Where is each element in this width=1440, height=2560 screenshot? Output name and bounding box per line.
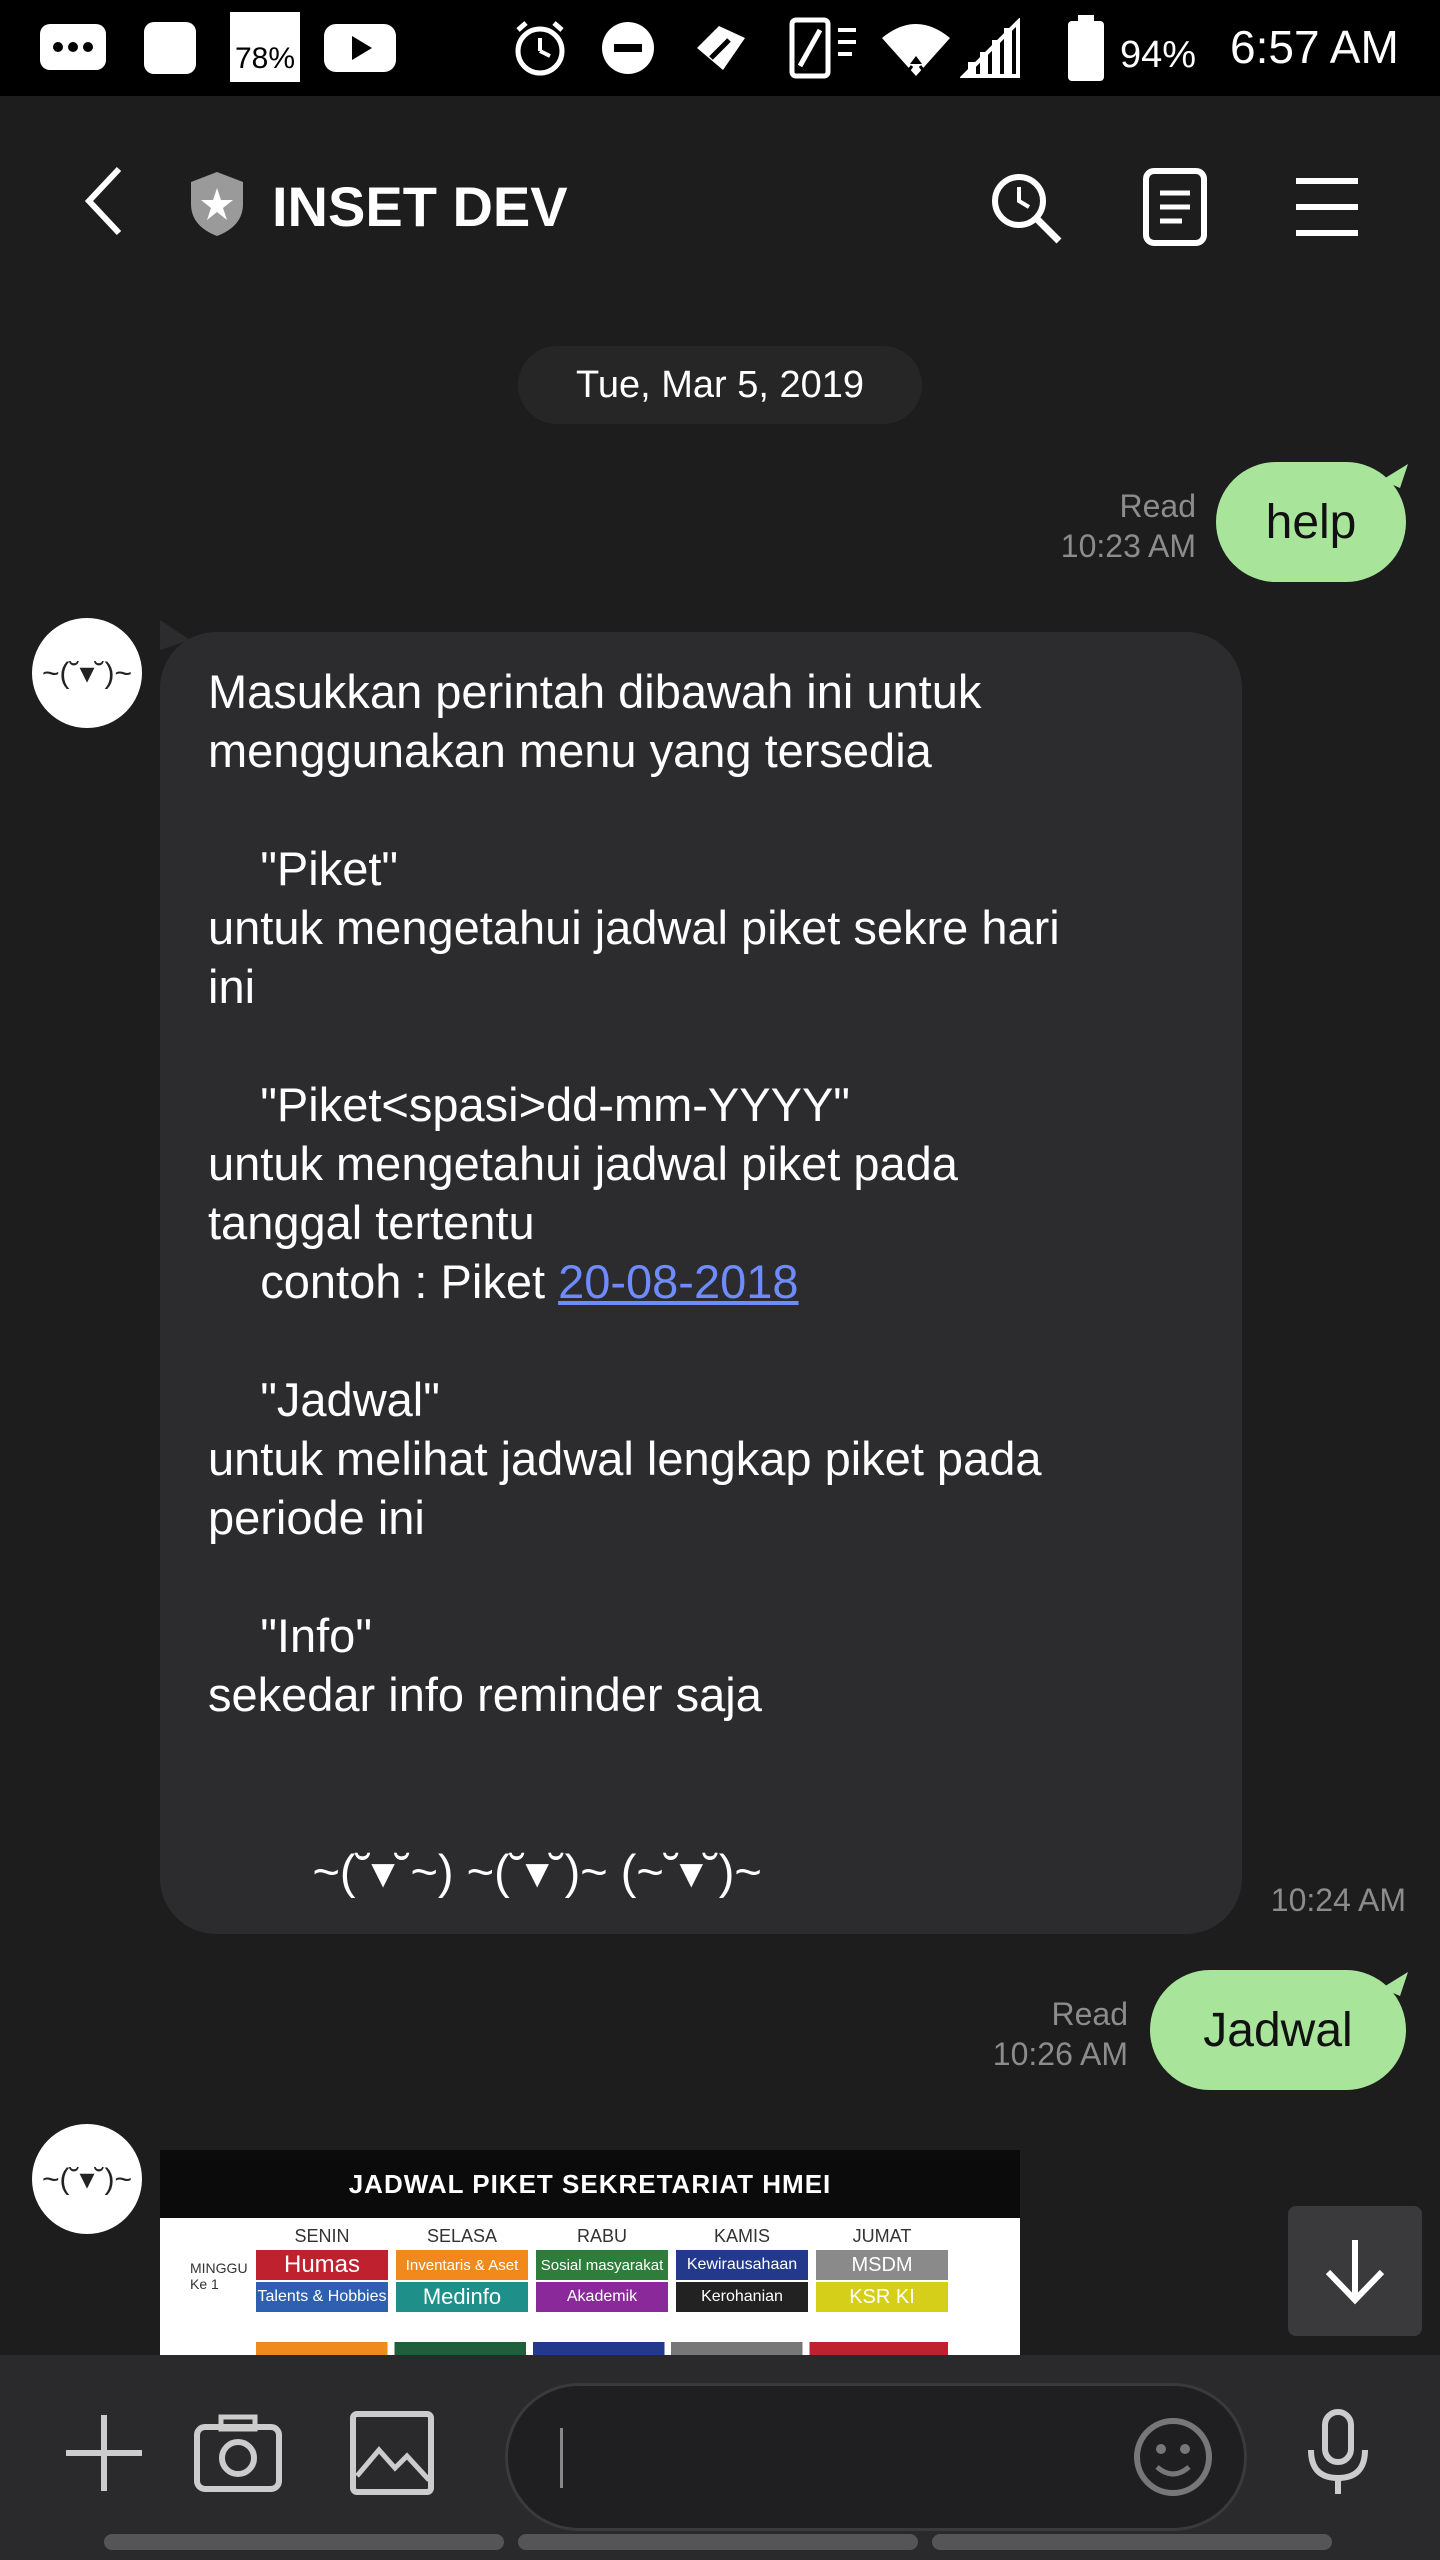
emoji-button[interactable] [1128, 2412, 1218, 2502]
day-label: RABU [576, 2226, 627, 2246]
image-title: JADWAL PIKET SEKRETARIAT HMEI [160, 2150, 1020, 2218]
alarm-icon [508, 14, 572, 82]
schedule-cell: Inventaris & Aset [396, 2250, 528, 2280]
outgoing-message-bubble[interactable]: Jadwal [1150, 1970, 1406, 2090]
messages-notification-icon [38, 14, 108, 82]
clock: 6:57 AM [1230, 21, 1399, 73]
microphone-icon [1308, 2409, 1368, 2494]
back-button[interactable] [60, 156, 150, 246]
day-label: KAMIS [713, 2226, 770, 2246]
scroll-to-bottom-button[interactable] [1288, 2206, 1422, 2336]
day-label: SENIN [294, 2226, 350, 2246]
schedule-cell: Talents & Hobbies [256, 2282, 388, 2312]
message-time: 10:23 AM [1060, 528, 1196, 564]
schedule-cell: Akademik [536, 2282, 668, 2312]
date-separator: Tue, Mar 5, 2019 [518, 346, 922, 424]
day-label: JUMAT [852, 2226, 912, 2246]
data-saver-icon [686, 14, 756, 82]
gallery-button[interactable] [344, 2405, 440, 2501]
status-bar: 78% 94% 6:57 AM [0, 0, 1440, 96]
schedule-cell: MSDM [816, 2250, 948, 2280]
message-time: 10:26 AM [992, 2036, 1128, 2072]
day-label: SELASA [426, 2226, 498, 2246]
schedule-cell: Kewirausahaan [676, 2250, 808, 2280]
search-button[interactable] [980, 162, 1070, 252]
message-text-part: Masukkan perintah dibawah ini untuk meng… [208, 665, 1060, 1308]
message-input[interactable] [505, 2383, 1247, 2531]
message-time: 10:24 AM [1270, 1882, 1406, 1918]
text-cursor [560, 2428, 563, 2488]
bubble-tail [1382, 1972, 1408, 1996]
youtube-icon [324, 14, 396, 82]
add-button[interactable] [56, 2405, 152, 2501]
schedule-cell: Medinfo [396, 2282, 528, 2312]
message-text: Masukkan perintah dibawah ini untuk meng… [208, 662, 1208, 1901]
chevron-left-icon [84, 166, 122, 236]
app-notification-icon [138, 14, 202, 82]
message-text-part: "Jadwal" untuk melihat jadwal lengkap pi… [208, 1373, 1042, 1898]
arrow-down-icon [1325, 2240, 1385, 2305]
cell-signal-icon [958, 14, 1022, 82]
row-label: MINGGU Ke 1 [190, 2260, 248, 2292]
chat-header: INSET DEV [0, 96, 1440, 316]
message-meta: Read 10:23 AM [980, 486, 1196, 566]
search-icon [992, 174, 1062, 244]
wifi-icon [880, 14, 952, 82]
read-status: Read [1051, 1996, 1129, 2032]
message-text: help [1265, 495, 1357, 549]
schedule-next-row [256, 2342, 948, 2355]
image-icon [350, 2411, 434, 2495]
message-meta: Read 10:26 AM [912, 1994, 1128, 2074]
camera-icon [194, 2414, 282, 2492]
shield-icon [184, 168, 250, 240]
avatar[interactable]: ~(˘▾˘)~ [32, 618, 142, 728]
camera-button[interactable] [190, 2405, 286, 2501]
schedule-cell: KSR KI [816, 2282, 948, 2312]
smiley-icon [1134, 2418, 1212, 2496]
plus-icon [66, 2415, 142, 2491]
battery-badge-text: 78% [234, 42, 296, 75]
bubble-tail [1382, 464, 1408, 488]
battery-icon [1066, 14, 1106, 82]
notes-button[interactable] [1130, 162, 1220, 252]
avatar[interactable]: ~(˘▾˘)~ [32, 2124, 142, 2234]
nfc-vibrate-icon [786, 14, 862, 82]
nav-handle [518, 2534, 918, 2550]
read-status: Read [1119, 488, 1197, 524]
nav-handle [104, 2534, 504, 2550]
message-input-bar [0, 2355, 1440, 2560]
schedule-image[interactable]: JADWAL PIKET SEKRETARIAT HMEI MINGGU Ke … [160, 2150, 1020, 2355]
outgoing-message-bubble[interactable]: help [1216, 462, 1406, 582]
schedule-cell: Humas [256, 2250, 388, 2280]
note-icon [1143, 168, 1207, 246]
voice-input-button[interactable] [1290, 2405, 1386, 2501]
battery-percent: 94% [1120, 34, 1197, 76]
menu-button[interactable] [1282, 162, 1372, 252]
do-not-disturb-icon [596, 14, 660, 82]
schedule-cell: Sosial masyarakat [536, 2250, 668, 2280]
message-text: Jadwal [1203, 2003, 1353, 2057]
chat-title[interactable]: INSET DEV [272, 174, 568, 239]
battery-badge-icon: 78% [230, 12, 300, 82]
nav-handle [932, 2534, 1332, 2550]
date-link[interactable]: 20-08-2018 [558, 1255, 798, 1308]
schedule-cell: Kerohanian [676, 2282, 808, 2312]
hamburger-menu-icon [1296, 178, 1358, 236]
